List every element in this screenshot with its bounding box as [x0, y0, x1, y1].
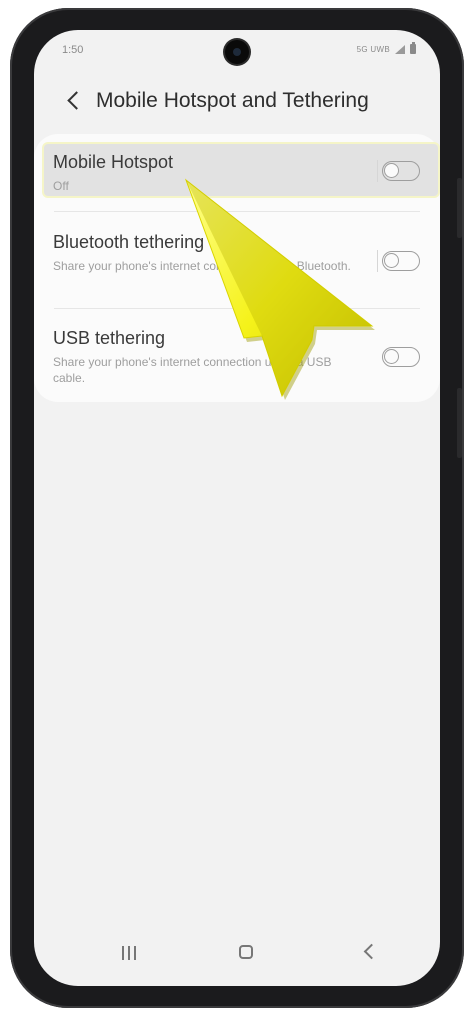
setting-subtitle: Share your phone's internet connection u…	[53, 259, 351, 273]
volume-button	[457, 178, 462, 238]
home-icon[interactable]	[239, 945, 253, 959]
setting-label: Mobile Hotspot	[53, 152, 174, 172]
status-bar: 1:50 5G UWB	[34, 30, 440, 72]
setting-subtitle: Off	[53, 179, 69, 193]
signal-icon	[395, 44, 405, 54]
battery-icon	[410, 42, 416, 54]
front-camera	[225, 40, 249, 64]
row-separator	[377, 250, 378, 272]
bluetooth-tethering-toggle[interactable]	[382, 251, 420, 271]
screen: 1:50 5G UWB Mobile Hotspot and Tethering…	[34, 30, 440, 986]
setting-subtitle: Share your phone's internet connection u…	[53, 355, 332, 385]
setting-mobile-hotspot[interactable]: Mobile Hotspot Off	[34, 142, 440, 202]
divider	[54, 211, 420, 212]
power-button	[457, 388, 462, 458]
status-icons: 5G UWB	[356, 42, 416, 54]
divider	[54, 308, 420, 309]
usb-tethering-toggle[interactable]	[382, 347, 420, 367]
settings-card: Mobile Hotspot Off Bluetooth tethering S…	[34, 134, 440, 402]
row-separator	[377, 160, 378, 182]
status-time: 1:50	[62, 44, 84, 56]
recent-apps-icon[interactable]	[122, 946, 136, 960]
mobile-hotspot-toggle[interactable]	[382, 161, 420, 181]
setting-bluetooth-tethering[interactable]: Bluetooth tethering Share your phone's i…	[34, 220, 440, 310]
chevron-left-icon[interactable]	[60, 86, 88, 114]
setting-label: USB tethering	[53, 328, 166, 348]
page-title: Mobile Hotspot and Tethering	[96, 89, 369, 112]
setting-usb-tethering[interactable]: USB tethering Share your phone's interne…	[34, 316, 440, 400]
app-header: Mobile Hotspot and Tethering	[34, 82, 440, 122]
setting-label: Bluetooth tethering	[53, 232, 205, 252]
back-icon[interactable]	[363, 943, 380, 960]
network-type: 5G UWB	[356, 44, 390, 54]
navigation-bar	[34, 924, 440, 986]
